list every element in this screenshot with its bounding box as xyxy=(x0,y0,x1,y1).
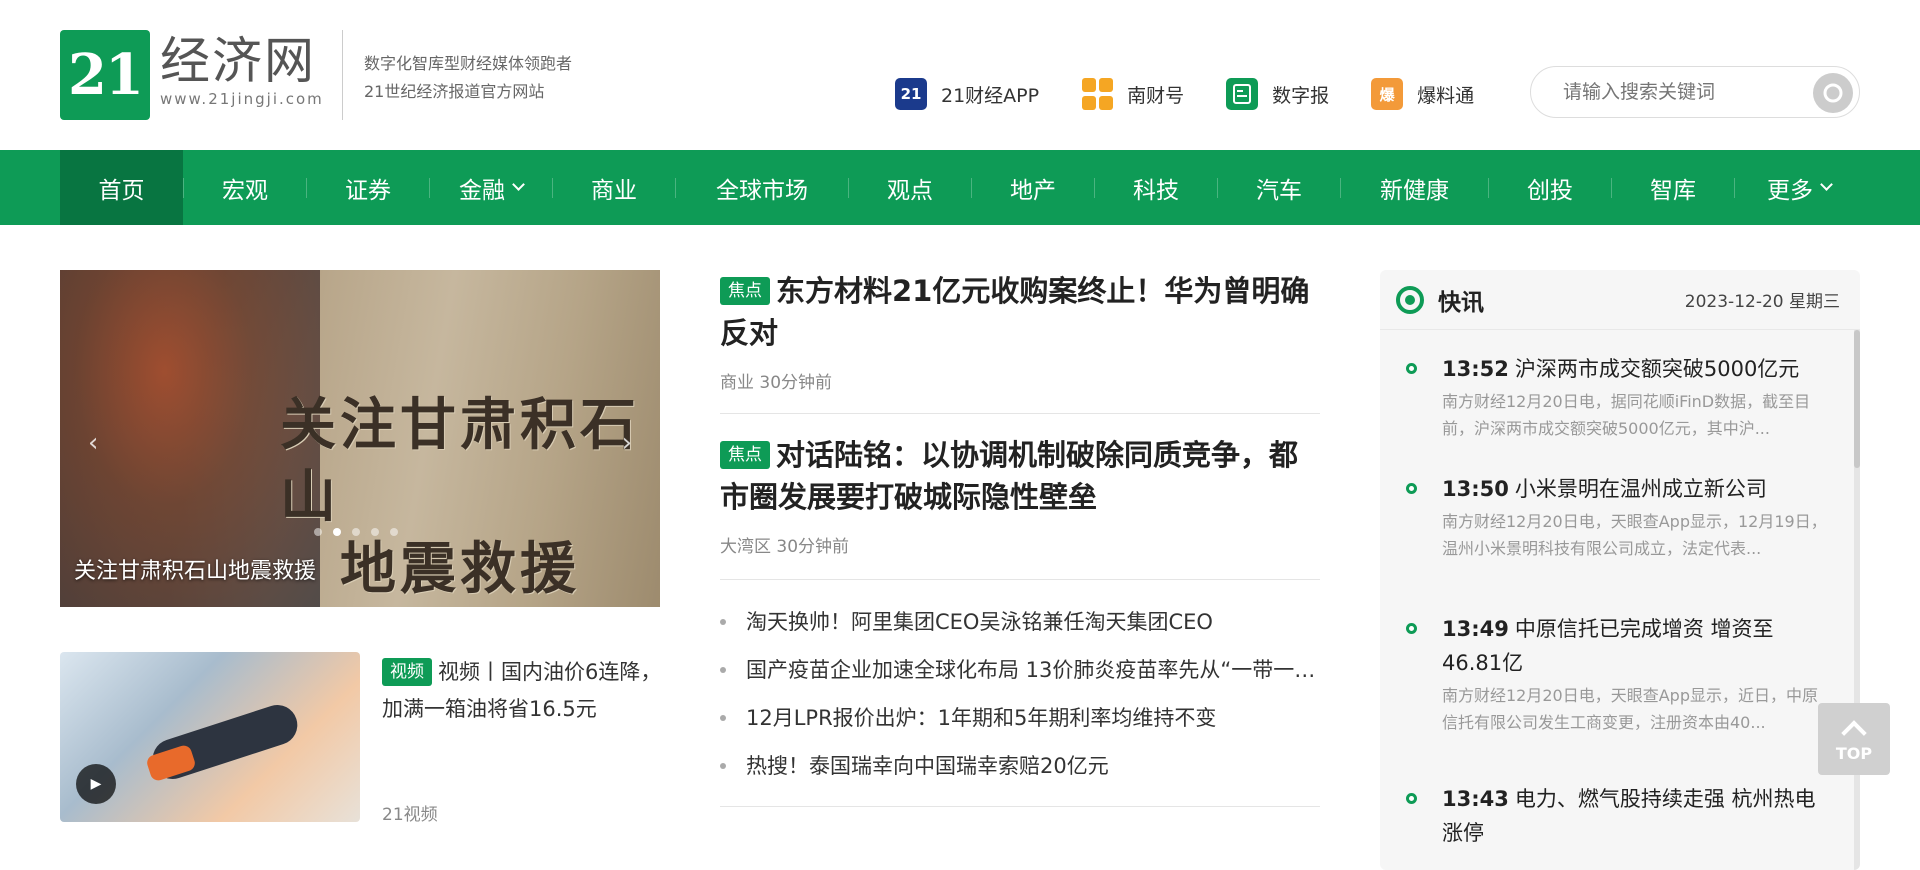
carousel-caption[interactable]: 关注甘肃积石山地震救援 xyxy=(74,553,316,585)
logo-mark: 21 xyxy=(60,30,150,120)
story-card: 焦点 东方材料21亿元收购案终止！华为曾明确反对 商业 30分钟前 xyxy=(720,270,1320,414)
search-input[interactable] xyxy=(1561,80,1801,104)
main-nav: 首页 宏观 证券 金融 商业 全球市场 观点 地产 科技 汽车 新健康 创投 智… xyxy=(0,150,1920,225)
nav-tech[interactable]: 科技 xyxy=(1095,150,1217,225)
chevron-down-icon xyxy=(512,178,525,191)
carousel-dot[interactable] xyxy=(371,528,379,536)
quick-link-label: 数字报 xyxy=(1272,84,1330,107)
story-meta: 大湾区 30分钟前 xyxy=(720,537,850,557)
flash-time: 13:52 xyxy=(1442,357,1509,381)
carousel-dot[interactable] xyxy=(390,528,398,536)
video-tag: 视频 xyxy=(382,658,432,686)
carousel-image-headline: 关注甘肃积石山 地震救援 xyxy=(280,393,640,602)
quick-link-baoliaotong[interactable]: 爆 爆料通 xyxy=(1371,78,1474,110)
flash-headline: 沪深两市成交额突破5000亿元 xyxy=(1514,357,1800,381)
nav-home[interactable]: 首页 xyxy=(60,150,183,225)
nav-global-markets[interactable]: 全球市场 xyxy=(676,150,848,225)
flash-news-icon xyxy=(1396,285,1424,314)
logo-divider xyxy=(342,30,343,120)
carousel-dot[interactable] xyxy=(314,528,322,536)
quick-link-21app[interactable]: 21 21财经APP xyxy=(895,78,1039,110)
flash-body: 南方财经12月20日电，据同花顺iFinD数据，截至目前，沪深两市成交额突破50… xyxy=(1442,392,1811,438)
slogan-line-1: 数字化智库型财经媒体领跑者 xyxy=(364,54,573,73)
flash-news-list: 13:52 沪深两市成交额突破5000亿元 南方财经12月20日电，据同花顺iFi… xyxy=(1380,330,1860,850)
carousel-next-arrow[interactable]: › xyxy=(622,428,632,458)
baoliao-icon: 爆 xyxy=(1371,78,1404,110)
flash-scrollbar-thumb[interactable] xyxy=(1854,330,1860,468)
story-title[interactable]: 焦点 对话陆铭：以协调机制破除同质竞争，都市圈发展要打破城际隐性壁垒 xyxy=(720,434,1320,518)
nav-opinion[interactable]: 观点 xyxy=(849,150,971,225)
news-list-item[interactable]: 国产疫苗企业加速全球化布局 13价肺炎疫苗率先从“一带一路”国家突破 xyxy=(720,646,1320,694)
flash-item[interactable]: 13:50 小米景明在温州成立新公司 南方财经12月20日电，天眼查App显示，1… xyxy=(1406,472,1830,562)
nav-venture[interactable]: 创投 xyxy=(1489,150,1611,225)
chevron-down-icon xyxy=(1820,178,1833,191)
timeline-dot-icon xyxy=(1406,483,1417,494)
site-header: 21 经济网 www.21jingji.com 数字化智库型财经媒体领跑者 21… xyxy=(0,0,1920,150)
carousel-dots xyxy=(314,528,409,536)
nav-business[interactable]: 商业 xyxy=(553,150,675,225)
flash-item[interactable]: 13:52 沪深两市成交额突破5000亿元 南方财经12月20日电，据同花顺iFi… xyxy=(1406,352,1830,442)
arrow-up-icon xyxy=(1841,719,1867,746)
flash-news-header: 快讯 2023-12-20 星期三 xyxy=(1380,270,1860,330)
nav-health[interactable]: 新健康 xyxy=(1341,150,1488,225)
slogan: 数字化智库型财经媒体领跑者 21世纪经济报道官方网站 xyxy=(364,50,572,106)
nav-real-estate[interactable]: 地产 xyxy=(972,150,1094,225)
flash-body: 南方财经12月20日电，天眼查App显示，近日，中原信托有限公司发生工商变更，注… xyxy=(1442,686,1818,732)
flash-news-panel: 快讯 2023-12-20 星期三 13:52 沪深两市成交额突破5000亿元 南… xyxy=(1380,270,1860,870)
story-title[interactable]: 焦点 东方材料21亿元收购案终止！华为曾明确反对 xyxy=(720,270,1320,354)
flash-news-date: 2023-12-20 星期三 xyxy=(1684,292,1840,312)
logo-url: www.21jingji.com xyxy=(160,90,324,108)
flash-body: 南方财经12月20日电，天眼查App显示，12月19日，温州小米景明科技有限公司… xyxy=(1442,512,1827,558)
carousel-dot-active[interactable] xyxy=(333,528,341,536)
quick-link-label: 南财号 xyxy=(1127,84,1185,107)
timeline-dot-icon xyxy=(1406,623,1417,634)
app-21-icon: 21 xyxy=(895,78,927,110)
logo-name: 经济网 xyxy=(160,32,316,90)
search-icon xyxy=(1823,83,1843,103)
nav-securities[interactable]: 证券 xyxy=(307,150,429,225)
play-icon[interactable]: ▶ xyxy=(76,764,116,804)
flash-item[interactable]: 13:43 电力、燃气股持续走强 杭州热电涨停 xyxy=(1406,782,1830,850)
news-list-item[interactable]: 热搜！泰国瑞幸向中国瑞幸索赔20亿元 xyxy=(720,742,1320,790)
flash-news-title: 快讯 xyxy=(1438,289,1484,316)
timeline-dot-icon xyxy=(1406,793,1417,804)
search-button[interactable] xyxy=(1813,73,1853,113)
video-title[interactable]: 视频 视频丨国内油价6连降，加满一箱油将省16.5元 xyxy=(382,654,672,728)
focus-tag: 焦点 xyxy=(720,277,770,305)
slogan-line-2: 21世纪经济报道官方网站 xyxy=(364,82,545,101)
back-to-top-button[interactable]: TOP xyxy=(1818,703,1890,775)
quick-link-digital-paper[interactable]: 数字报 xyxy=(1226,78,1329,110)
news-list-item[interactable]: 12月LPR报价出炉：1年期和5年期利率均维持不变 xyxy=(720,694,1320,742)
nav-think-tank[interactable]: 智库 xyxy=(1612,150,1734,225)
flash-item[interactable]: 13:49 中原信托已完成增资 增资至46.81亿 南方财经12月20日电，天眼查… xyxy=(1406,612,1830,736)
quick-links: 21 21财经APP 南财号 数字报 爆 爆料通 xyxy=(895,78,1516,110)
focus-tag: 焦点 xyxy=(720,441,770,469)
site-logo[interactable]: 21 经济网 www.21jingji.com xyxy=(60,30,324,120)
story-card: 焦点 对话陆铭：以协调机制破除同质竞争，都市圈发展要打破城际隐性壁垒 大湾区 30… xyxy=(720,414,1320,580)
video-thumbnail[interactable]: ▶ xyxy=(60,652,360,822)
flash-time: 13:49 xyxy=(1442,617,1509,641)
carousel-dot[interactable] xyxy=(352,528,360,536)
flash-time: 13:50 xyxy=(1442,477,1509,501)
flash-headline: 小米景明在温州成立新公司 xyxy=(1514,477,1767,501)
quick-link-label: 爆料通 xyxy=(1417,84,1475,107)
news-list-item[interactable]: 淘天换帅！阿里集团CEO吴泳铭兼任淘天集团CEO xyxy=(720,598,1320,646)
story-meta: 商业 30分钟前 xyxy=(720,373,833,393)
quick-link-nancaihao[interactable]: 南财号 xyxy=(1081,78,1184,110)
video-source[interactable]: 21视频 xyxy=(382,800,438,825)
nav-macro[interactable]: 宏观 xyxy=(184,150,306,225)
quick-link-label: 21财经APP xyxy=(941,84,1040,107)
nav-more[interactable]: 更多 xyxy=(1735,150,1863,225)
headline-column: 焦点 东方材料21亿元收购案终止！华为曾明确反对 商业 30分钟前 焦点 对话陆铭：… xyxy=(720,270,1320,807)
carousel-prev-arrow[interactable]: ‹ xyxy=(88,428,98,458)
nav-auto[interactable]: 汽车 xyxy=(1218,150,1340,225)
nancai-grid-icon xyxy=(1081,78,1113,110)
nav-finance[interactable]: 金融 xyxy=(430,150,552,225)
flash-time: 13:43 xyxy=(1442,787,1509,811)
search-box xyxy=(1530,66,1860,118)
digital-paper-icon xyxy=(1226,78,1259,110)
timeline-dot-icon xyxy=(1406,363,1417,374)
hero-carousel[interactable]: 关注甘肃积石山 地震救援 ‹ › 关注甘肃积石山地震救援 xyxy=(60,270,660,607)
news-list: 淘天换帅！阿里集团CEO吴泳铭兼任淘天集团CEO 国产疫苗企业加速全球化布局 1… xyxy=(720,580,1320,807)
